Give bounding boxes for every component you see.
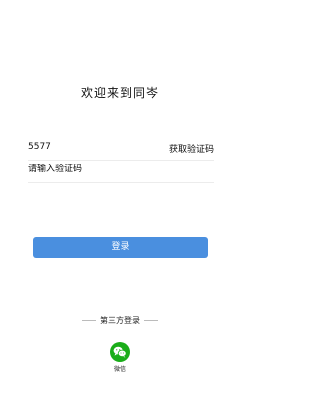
phone-field[interactable]: 5577 [28, 142, 51, 152]
wechat-icon [110, 342, 130, 362]
divider-line-right [144, 319, 158, 321]
third-party-login-label: 第三方登录 [100, 315, 140, 325]
get-code-button[interactable]: 获取验证码 [169, 142, 214, 155]
login-button[interactable]: 登录 [33, 237, 208, 258]
verification-code-input[interactable] [28, 164, 178, 174]
third-party-login-divider: 第三方登录 [78, 314, 162, 326]
page-title: 欢迎来到同岑 [80, 86, 159, 100]
wechat-label: 微信 [113, 366, 126, 373]
phone-field-row: 5577 获取验证码 [28, 138, 214, 161]
wechat-login-button[interactable]: 微信 [106, 342, 134, 376]
code-field-row [28, 160, 214, 183]
login-screen: 欢迎来到同岑 5577 获取验证码 登录 第三方登录 微信 [0, 0, 240, 400]
divider-line-left [82, 319, 96, 321]
wechat-bubbles-icon [113, 346, 127, 358]
